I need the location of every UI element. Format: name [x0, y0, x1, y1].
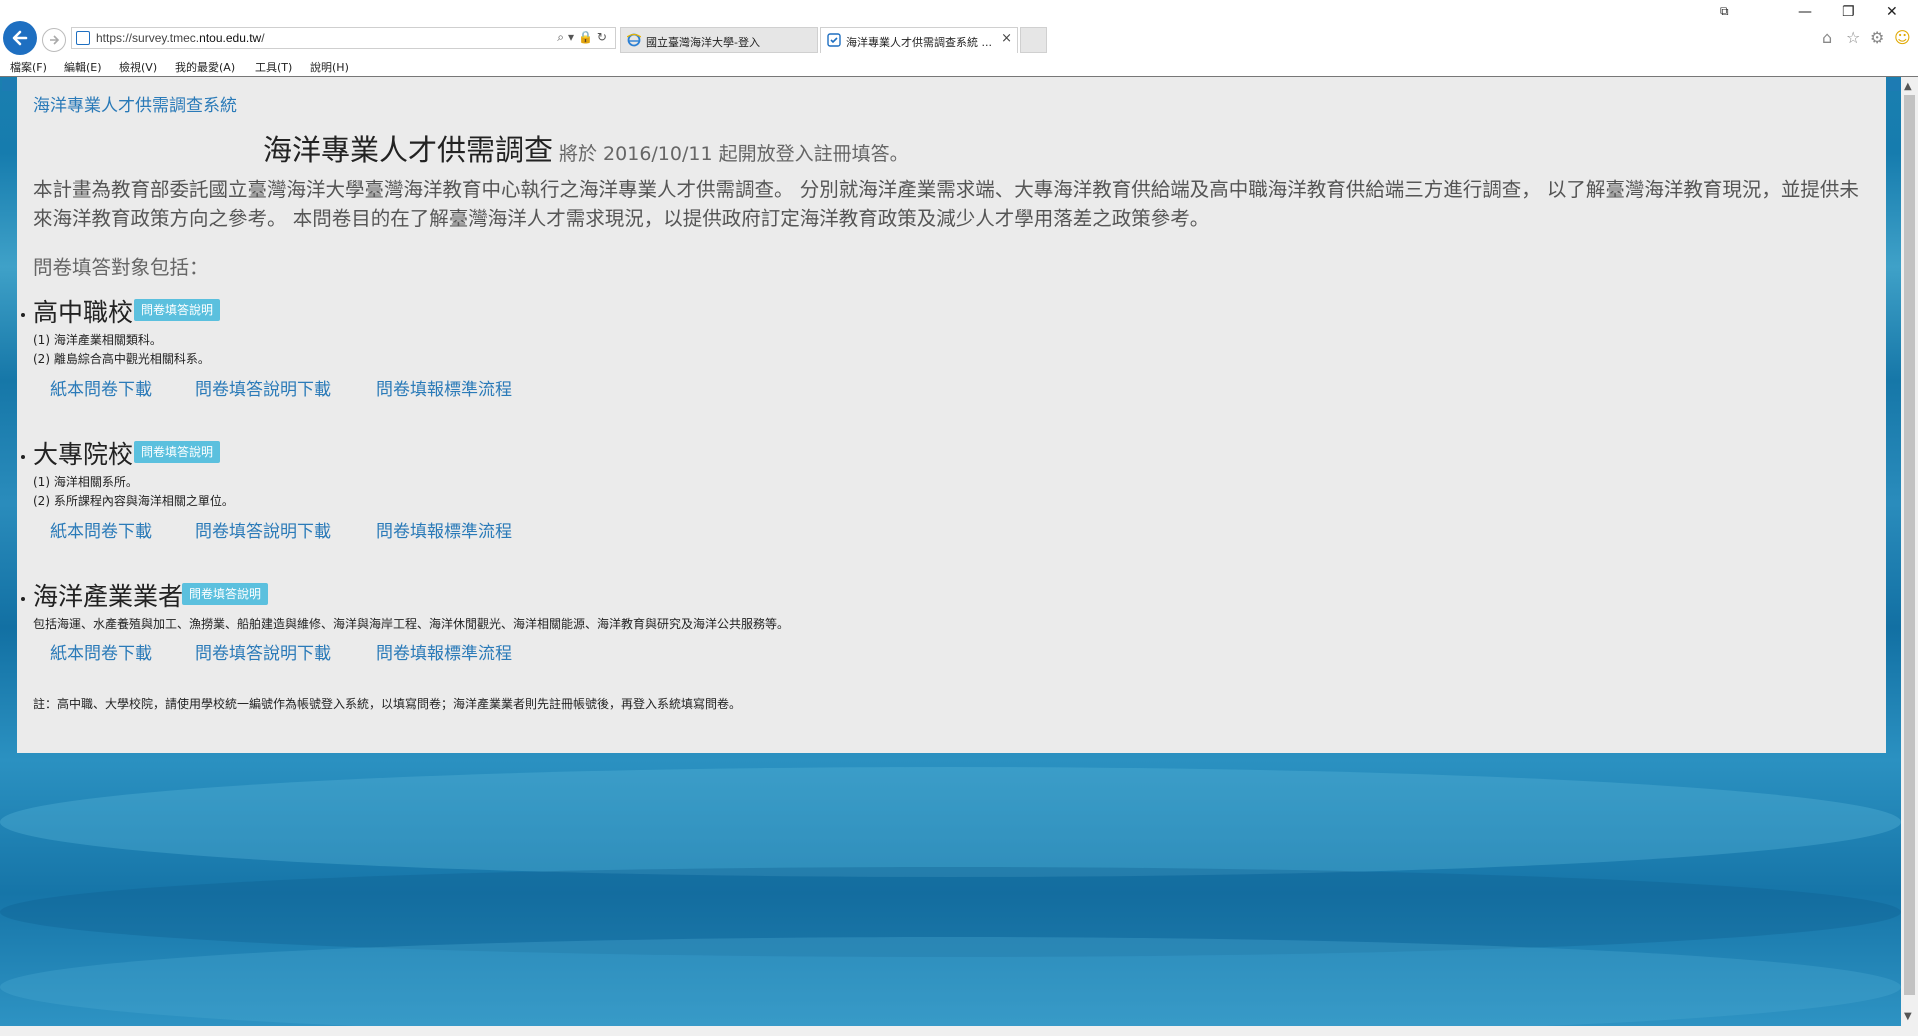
- address-url[interactable]: https://survey.tmec.ntou.edu.tw/: [96, 31, 265, 45]
- tab-login[interactable]: 國立臺灣海洋大學-登入: [620, 27, 818, 53]
- instructions-badge-button[interactable]: 問卷填答說明: [134, 441, 221, 463]
- home-icon[interactable]: ⌂: [1822, 28, 1832, 47]
- gear-icon[interactable]: ⚙: [1870, 28, 1884, 47]
- group-desc-line: 包括海運、水產養殖與加工、漁撈業、船舶建造與維修、海洋與海岸工程、海洋休閒觀光、…: [33, 617, 790, 631]
- scroll-down-icon[interactable]: ▼: [1904, 1011, 1912, 1022]
- site-favicon-icon: [76, 31, 90, 45]
- scroll-up-icon[interactable]: ▲: [1904, 81, 1912, 92]
- menu-tools[interactable]: 工具(T): [255, 59, 292, 75]
- headline-sub: 將於 2016/10/11 起開放登入註冊填答。: [559, 143, 909, 165]
- bullet: [21, 313, 25, 317]
- page-viewport: 海洋專業人才供需調查系統 海洋專業人才供需調查 將於 2016/10/11 起開放…: [0, 77, 1901, 1026]
- group-desc-line: (1) 海洋相關系所。: [33, 475, 138, 489]
- group-desc-line: (2) 離島綜合高中觀光相關科系。: [33, 352, 210, 366]
- arrow-left-icon: [12, 30, 28, 46]
- bullet: [21, 455, 25, 459]
- content-panel: 海洋專業人才供需調查系統 海洋專業人才供需調查 將於 2016/10/11 起開放…: [17, 77, 1886, 753]
- feedback-smiley-icon[interactable]: ☺: [1894, 28, 1911, 47]
- menu-help[interactable]: 說明(H): [310, 59, 349, 75]
- corner-marker: [1887, 79, 1901, 91]
- address-bar[interactable]: https://survey.tmec.ntou.edu.tw/ ⌕▾🔒↻: [71, 27, 616, 49]
- instructions-badge-button[interactable]: 問卷填答說明: [134, 299, 221, 321]
- instructions-download-link[interactable]: 問卷填答說明下載: [195, 517, 331, 542]
- corner-marker: [2, 79, 16, 91]
- bullet: [21, 597, 25, 601]
- tab-close-icon[interactable]: ×: [1001, 31, 1012, 46]
- instructions-download-link[interactable]: 問卷填答說明下載: [195, 639, 331, 664]
- restore-tabs-icon[interactable]: ⧉: [1720, 4, 1729, 19]
- menu-edit[interactable]: 編輯(E): [64, 59, 102, 75]
- group-title: 高中職校: [33, 298, 134, 327]
- menu-bar: 檔案(F) 編輯(E) 檢視(V) 我的最愛(A) 工具(T) 說明(H): [0, 56, 1918, 76]
- menu-favorites[interactable]: 我的最愛(A): [175, 59, 235, 75]
- check-page-icon: [827, 33, 841, 47]
- tab-survey[interactable]: 海洋專業人才供需調查系統 ... ×: [820, 27, 1018, 53]
- standard-procedure-link[interactable]: 問卷填報標準流程: [376, 639, 512, 664]
- favorites-star-icon[interactable]: ☆: [1846, 28, 1860, 47]
- page-headline: 海洋專業人才供需調查 將於 2016/10/11 起開放登入註冊填答。: [263, 127, 909, 169]
- group-title: 海洋產業業者: [33, 582, 184, 611]
- vertical-scrollbar[interactable]: ▲ ▼: [1901, 77, 1918, 1026]
- footnote: 註：高中職、大學校院，請使用學校統一編號作為帳號登入系統，以填寫問卷；海洋產業業…: [33, 697, 742, 711]
- audience-label: 問卷填答對象包括：: [33, 256, 209, 279]
- instructions-download-link[interactable]: 問卷填答說明下載: [195, 375, 331, 400]
- ie-icon: [627, 33, 641, 47]
- status-strip: [0, 1026, 1918, 1036]
- group-desc-line: (1) 海洋產業相關類科。: [33, 333, 162, 347]
- maximize-icon[interactable]: ❐: [1842, 4, 1855, 20]
- tab-label: 國立臺灣海洋大學-登入: [646, 36, 760, 49]
- group-desc-line: (2) 系所課程內容與海洋相關之單位。: [33, 494, 234, 508]
- standard-procedure-link[interactable]: 問卷填報標準流程: [376, 375, 512, 400]
- forward-button[interactable]: [42, 28, 66, 52]
- menu-view[interactable]: 檢視(V): [119, 59, 157, 75]
- tab-label: 海洋專業人才供需調查系統 ...: [846, 36, 992, 49]
- close-window-icon[interactable]: ✕: [1886, 4, 1898, 20]
- new-tab-button[interactable]: [1020, 27, 1047, 53]
- wave-decoration: [0, 767, 1901, 877]
- group-title: 大專院校: [33, 440, 134, 469]
- instructions-badge-button[interactable]: 問卷填答說明: [182, 583, 269, 605]
- back-button[interactable]: [3, 21, 37, 55]
- browser-chrome: https://survey.tmec.ntou.edu.tw/ ⌕▾🔒↻ 國立…: [0, 0, 1918, 77]
- minimize-icon[interactable]: —: [1798, 4, 1812, 20]
- paper-questionnaire-link[interactable]: 紙本問卷下載: [50, 375, 152, 400]
- site-title-link[interactable]: 海洋專業人才供需調查系統: [33, 91, 237, 116]
- arrow-right-icon: [50, 35, 60, 45]
- wave-decoration: [0, 937, 1901, 1026]
- address-tools-icons[interactable]: ⌕▾🔒↻: [557, 30, 611, 45]
- standard-procedure-link[interactable]: 問卷填報標準流程: [376, 517, 512, 542]
- headline-main: 海洋專業人才供需調查: [263, 133, 554, 167]
- menu-file[interactable]: 檔案(F): [10, 59, 47, 75]
- paper-questionnaire-link[interactable]: 紙本問卷下載: [50, 639, 152, 664]
- scroll-thumb[interactable]: [1904, 95, 1915, 995]
- paper-questionnaire-link[interactable]: 紙本問卷下載: [50, 517, 152, 542]
- intro-paragraph: 本計畫為教育部委託國立臺灣海洋大學臺灣海洋教育中心執行之海洋專業人才供需調查。 …: [33, 178, 1859, 230]
